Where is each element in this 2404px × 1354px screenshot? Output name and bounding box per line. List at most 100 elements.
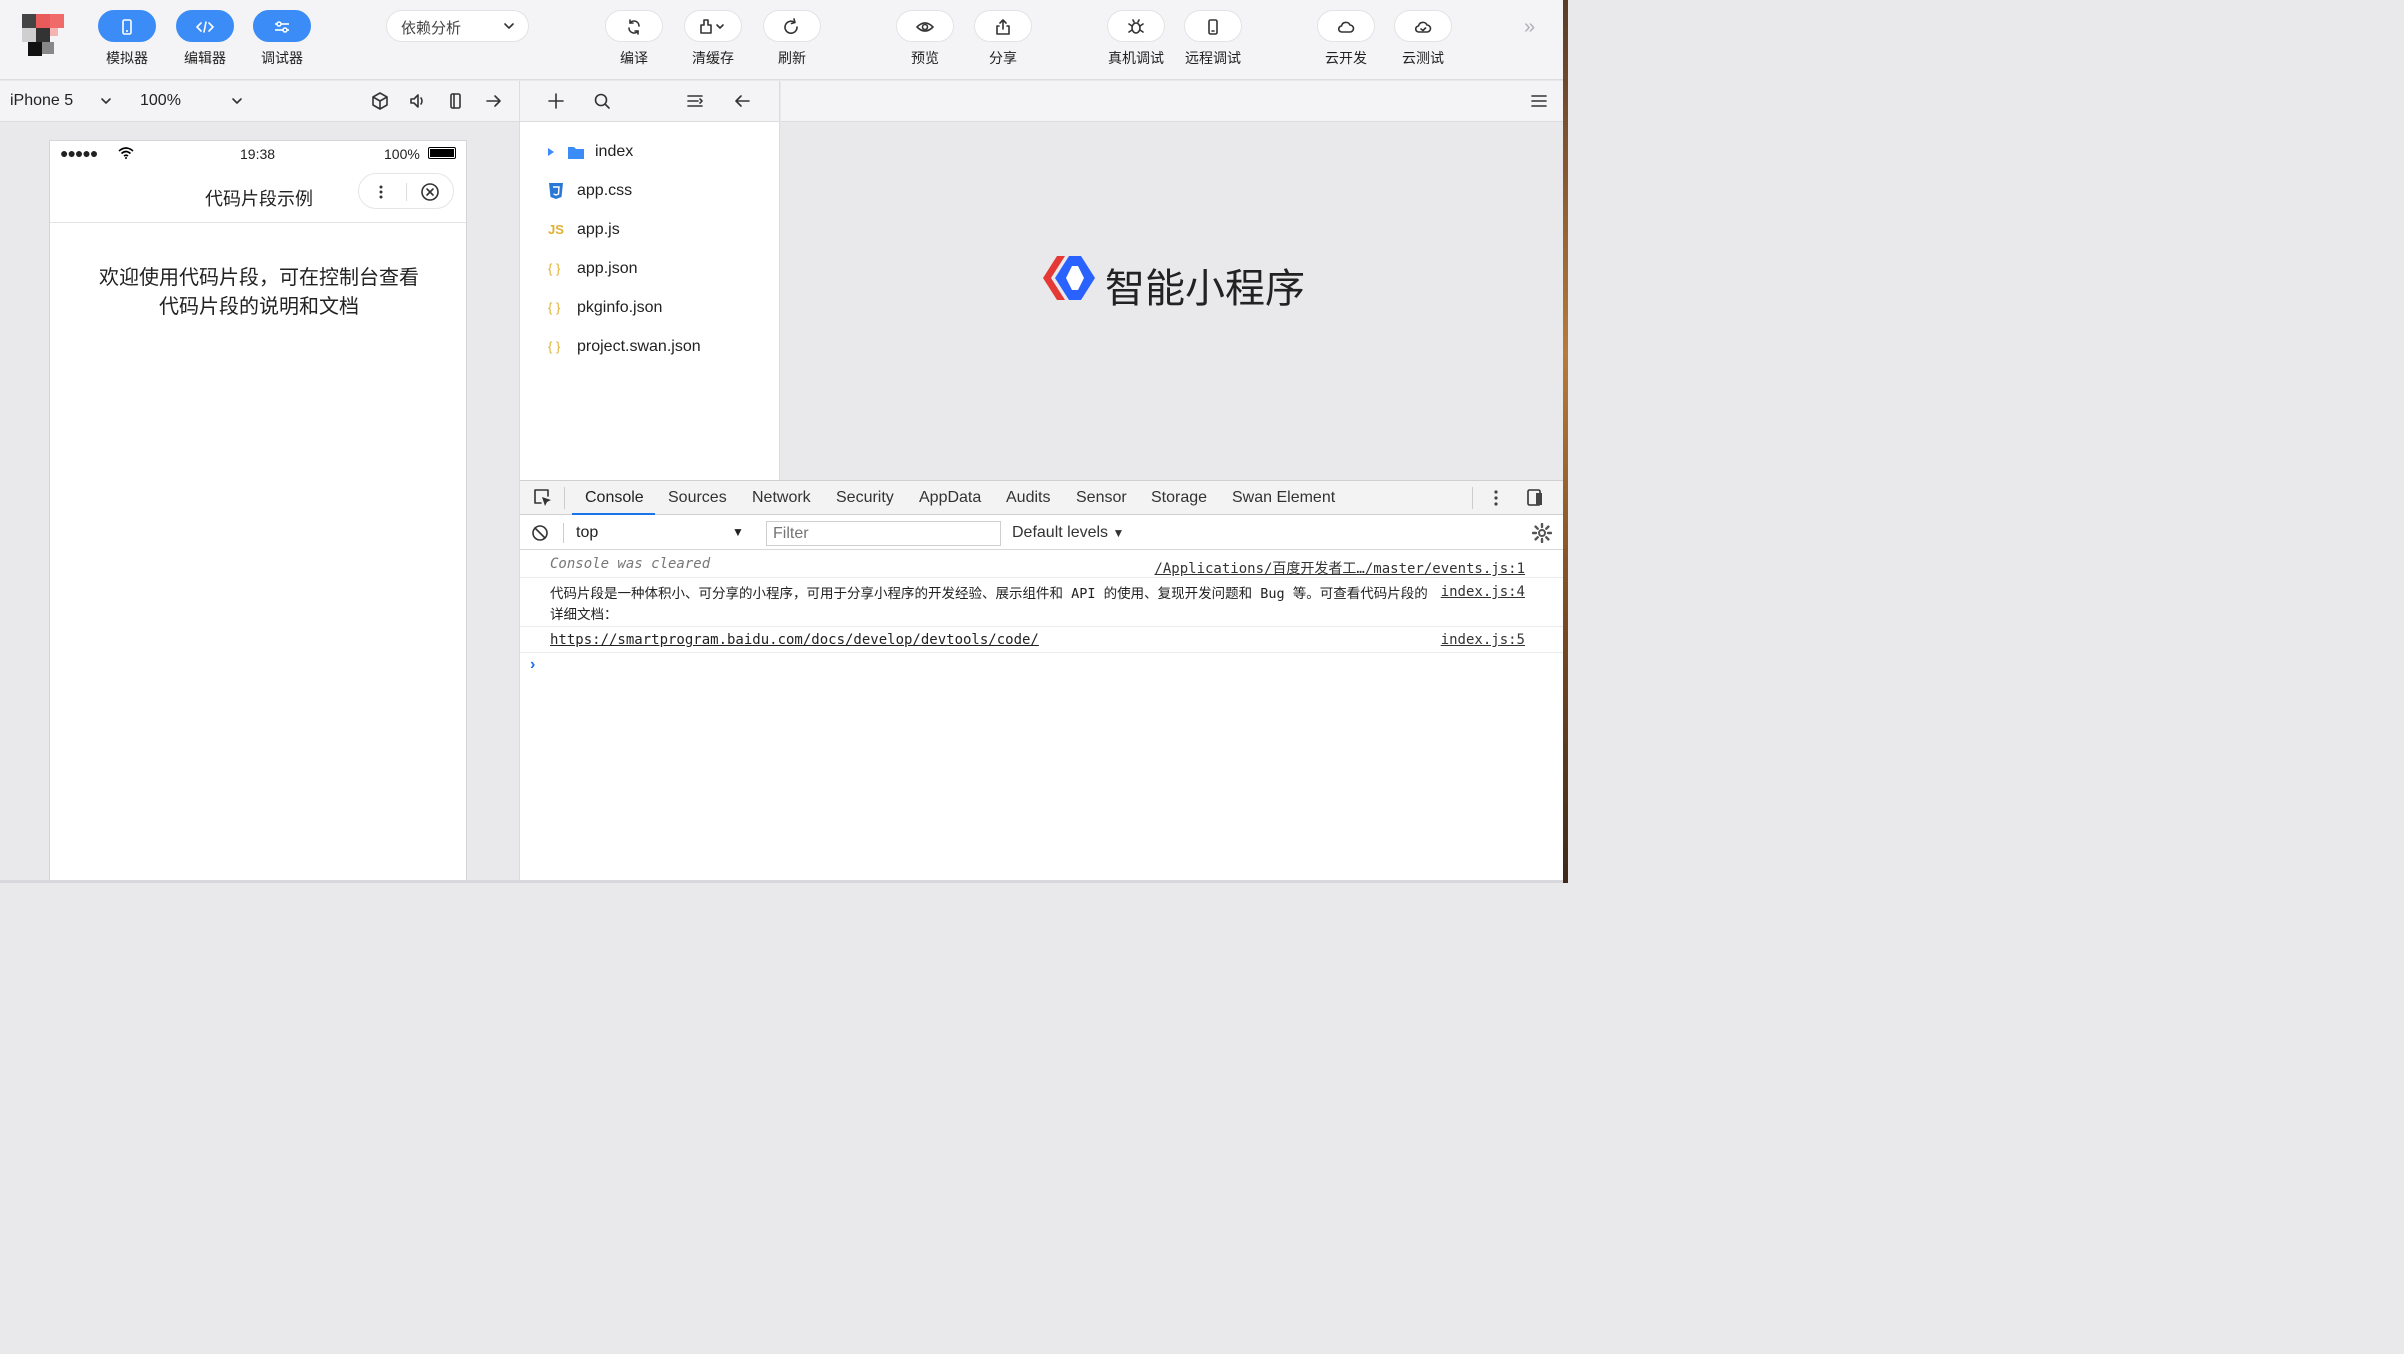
tree-item-project-swan-json[interactable]: { } project.swan.json [520, 331, 779, 363]
tree-item-index[interactable]: index [520, 136, 779, 168]
simulator-button[interactable]: 模拟器 [89, 10, 165, 68]
code-icon [195, 21, 215, 33]
cloud-test-button[interactable]: 云测试 [1385, 10, 1461, 68]
debugger-label: 调试器 [261, 51, 303, 67]
remote-debug-label: 远程调试 [1185, 51, 1241, 67]
phone-icon [122, 19, 132, 35]
share-button[interactable]: 分享 [965, 10, 1041, 68]
remote-debug-button[interactable]: 远程调试 [1175, 10, 1251, 68]
more-vertical-icon[interactable] [1490, 489, 1502, 507]
caret-right-icon[interactable] [546, 147, 556, 157]
arrow-right-icon[interactable] [484, 91, 504, 111]
arrow-left-icon[interactable] [732, 91, 752, 111]
real-device-debug-label: 真机调试 [1108, 51, 1164, 67]
console-link-message[interactable]: https://smartprogram.baidu.com/docs/deve… [550, 632, 1039, 648]
phone-frame: ●●●●● 19:38 100% 代码片段示例 欢迎使用代码片段，可在控制台查看… [49, 140, 467, 883]
console-prompt[interactable]: › [530, 656, 535, 674]
clear-console-icon[interactable] [531, 524, 549, 542]
device-select[interactable]: iPhone 5 [10, 92, 73, 110]
tab-sensor[interactable]: Sensor [1076, 489, 1127, 507]
compile-button[interactable]: 编译 [596, 10, 672, 68]
console-filter-bar: top ▼ Default levels ▼ [520, 516, 1563, 550]
settings-gear-icon[interactable] [1532, 523, 1552, 543]
tree-item-label: index [595, 143, 634, 160]
dependency-select-label: 依赖分析 [401, 19, 462, 37]
clear-cache-button[interactable]: 清缓存 [675, 10, 751, 68]
close-icon[interactable] [420, 182, 440, 202]
console-row: 代码片段是一种体积小、可分享的小程序，可用于分享小程序的开发经验、展示组件和 A… [520, 578, 1563, 627]
capsule-divider [406, 183, 407, 201]
context-select[interactable]: top [576, 524, 598, 542]
eye-icon [916, 22, 934, 32]
zoom-select[interactable]: 100% [140, 92, 181, 110]
tab-sources[interactable]: Sources [668, 489, 727, 507]
menu-capsule [358, 173, 454, 209]
cloud-dev-button[interactable]: 云开发 [1308, 10, 1384, 68]
app-logo [12, 12, 68, 58]
phone-page-content: 欢迎使用代码片段，可在控制台查看 代码片段的说明和文档 [50, 263, 468, 321]
editor-menu-icon[interactable] [1530, 92, 1548, 110]
context-dropdown-icon[interactable]: ▼ [732, 525, 744, 539]
cloud-icon [1337, 21, 1355, 33]
dependency-analysis-select[interactable]: 依赖分析 [386, 10, 529, 42]
json-file-icon: { } [548, 261, 561, 276]
cube-icon[interactable] [370, 91, 390, 111]
tab-storage[interactable]: Storage [1151, 489, 1207, 507]
tab-security[interactable]: Security [836, 489, 894, 507]
refresh-button[interactable]: 刷新 [754, 10, 830, 68]
tree-item-label: app.css [577, 182, 633, 199]
preview-button[interactable]: 预览 [887, 10, 963, 68]
more-vertical-icon[interactable] [375, 184, 387, 200]
log-levels-select[interactable]: Default levels ▼ [1012, 524, 1124, 542]
active-tab-indicator [572, 513, 655, 515]
css-file-icon [549, 183, 563, 199]
window-edge [1563, 0, 1568, 883]
tree-item-app-json[interactable]: { } app.json [520, 253, 779, 285]
tab-appdata[interactable]: AppData [919, 489, 981, 507]
chevron-down-icon[interactable] [230, 94, 244, 108]
log-levels-label: Default levels [1012, 524, 1109, 541]
filter-divider [563, 523, 564, 543]
tab-network[interactable]: Network [752, 489, 811, 507]
json-file-icon: { } [548, 300, 561, 315]
rotate-device-icon[interactable] [446, 91, 466, 111]
console-filter-input[interactable] [766, 521, 1001, 546]
brand-text: 智能小程序 [1105, 266, 1305, 312]
tab-swan-element[interactable]: Swan Element [1232, 489, 1335, 507]
battery-icon [428, 147, 456, 159]
signal-dots: ●●●●● [60, 145, 98, 161]
phone-status-bar: ●●●●● 19:38 100% [50, 141, 466, 167]
add-file-icon[interactable] [546, 91, 566, 111]
devtools-panel: Console Sources Network Security AppData… [520, 480, 1563, 883]
tree-item-label: app.json [577, 260, 638, 277]
tab-audits[interactable]: Audits [1006, 489, 1050, 507]
cloud-test-label: 云测试 [1402, 51, 1444, 67]
console-source-link[interactable]: index.js:5 [1441, 632, 1525, 648]
editor-button[interactable]: 编辑器 [167, 10, 243, 68]
phone-nav-bar: 代码片段示例 [50, 167, 466, 223]
tree-item-app-css[interactable]: app.css [520, 175, 779, 207]
search-icon[interactable] [592, 91, 612, 111]
more-tools-icon[interactable]: » [1524, 16, 1535, 39]
real-device-debug-button[interactable]: 真机调试 [1098, 10, 1174, 68]
console-row: Console was cleared /Applications/百度开发者工… [520, 551, 1563, 578]
chevron-down-icon[interactable] [99, 94, 113, 108]
devtools-tabs: Console Sources Network Security AppData… [520, 481, 1563, 515]
clear-cache-label: 清缓存 [692, 51, 734, 67]
tree-item-pkginfo-json[interactable]: { } pkginfo.json [520, 292, 779, 324]
tree-item-app-js[interactable]: JS app.js [520, 214, 779, 246]
debugger-button[interactable]: 调试器 [244, 10, 320, 68]
console-source-link[interactable]: index.js:4 [1441, 584, 1525, 600]
dock-side-icon[interactable] [1526, 488, 1544, 508]
volume-icon[interactable] [408, 91, 428, 111]
preview-label: 预览 [911, 51, 939, 67]
console-source-link[interactable]: /Applications/百度开发者工…/master/events.js:1 [1154, 558, 1525, 578]
chevron-down-icon [504, 23, 514, 29]
editor-toolbar [781, 81, 1563, 122]
inspect-element-icon[interactable] [532, 487, 554, 509]
tree-item-label: project.swan.json [577, 338, 701, 355]
tab-divider [1472, 487, 1473, 509]
collapse-tree-icon[interactable] [685, 91, 705, 111]
tab-console[interactable]: Console [585, 489, 644, 507]
compile-icon [628, 19, 640, 35]
